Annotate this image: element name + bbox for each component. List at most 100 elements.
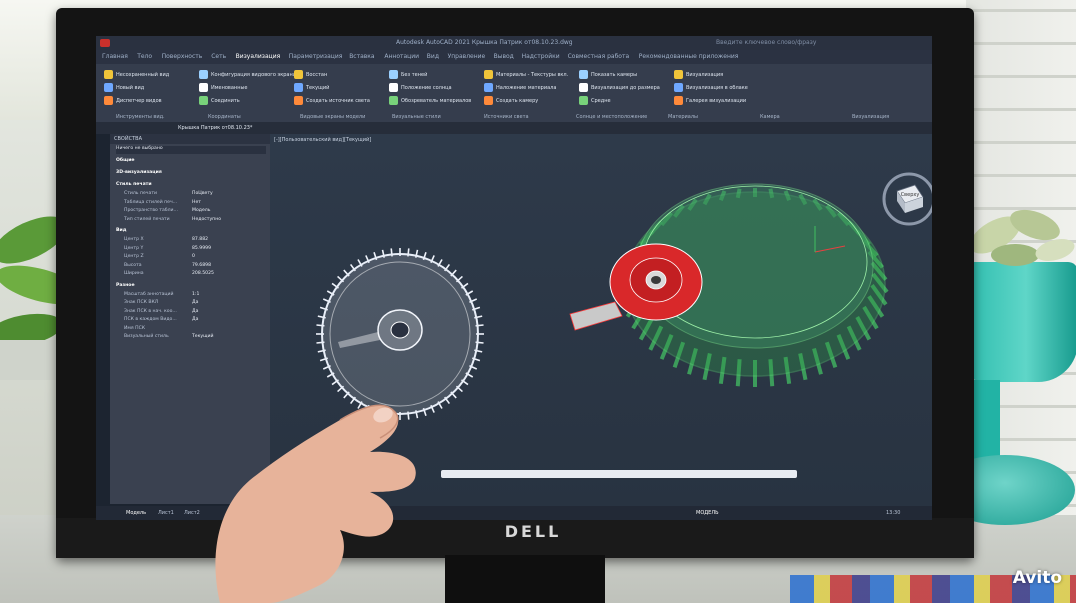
tab-3[interactable]: Сеть bbox=[211, 53, 226, 60]
ribbon-button-label[interactable]: Визуализация bbox=[686, 72, 723, 78]
property-value: Да bbox=[192, 300, 199, 305]
file-tabs: Крышка Патрик от08.10.23* bbox=[96, 122, 932, 134]
tab-10[interactable]: Вывод bbox=[494, 53, 514, 60]
ribbon-button-icon[interactable] bbox=[484, 96, 493, 105]
ribbon-button-label[interactable]: Создать камеру bbox=[496, 98, 538, 104]
ribbon-button-label[interactable]: Без теней bbox=[401, 72, 427, 78]
tab-4[interactable]: Визуализация bbox=[236, 53, 281, 60]
ribbon-button-label[interactable]: Создать источник света bbox=[306, 98, 370, 104]
property-value: Да bbox=[192, 317, 199, 322]
autocad-logo-icon[interactable] bbox=[100, 39, 110, 47]
property-value: 87.882 bbox=[192, 237, 209, 242]
ribbon-button-icon[interactable] bbox=[674, 83, 683, 92]
property-row[interactable]: Масштаб аннотаций 1:1 bbox=[124, 292, 274, 300]
selection-dropdown[interactable]: Ничего не выбрано bbox=[116, 146, 266, 154]
ribbon-button-label[interactable]: Положение солнца bbox=[401, 85, 452, 91]
ribbon-button-icon[interactable] bbox=[674, 96, 683, 105]
ribbon-button-icon[interactable] bbox=[294, 70, 303, 79]
property-row[interactable]: Центр Y 85.9999 bbox=[124, 246, 274, 254]
ribbon-button-icon[interactable] bbox=[199, 70, 208, 79]
ribbon-button-label[interactable]: Именованные bbox=[211, 85, 248, 91]
tab-5[interactable]: Параметризация bbox=[289, 53, 343, 60]
property-row[interactable]: Стиль печати ПоЦвету bbox=[124, 191, 274, 199]
model-space-toggle[interactable]: МОДЕЛЬ bbox=[696, 510, 719, 516]
tab-7[interactable]: Аннотации bbox=[384, 53, 419, 60]
ribbon-button-label[interactable]: Новый вид bbox=[116, 85, 144, 91]
property-section[interactable]: Разное bbox=[116, 283, 266, 291]
ribbon-button-label[interactable]: Обозреватель материалов bbox=[401, 98, 471, 104]
property-label: Таблица стилей печ... bbox=[124, 199, 178, 205]
ribbon-button-label[interactable]: Средне bbox=[591, 98, 611, 104]
property-label: Знак ПСК ВКЛ bbox=[124, 300, 159, 305]
tab-model[interactable]: Модель bbox=[126, 510, 146, 516]
property-value: Нет bbox=[192, 199, 201, 205]
ribbon-button-label[interactable]: Текущий bbox=[306, 85, 329, 91]
ribbon-button-icon[interactable] bbox=[389, 83, 398, 92]
ribbon-button-icon[interactable] bbox=[294, 96, 303, 105]
ribbon-tabs: Главная Тело Поверхность Сеть Визуализация Па… bbox=[96, 50, 932, 64]
ribbon-button-icon[interactable] bbox=[389, 70, 398, 79]
property-section[interactable]: Вид bbox=[116, 228, 266, 236]
ribbon-button-label[interactable]: Конфигурация видового экрана bbox=[211, 72, 296, 78]
tab-layout1[interactable]: Лист1 bbox=[158, 510, 174, 516]
tab-9[interactable]: Управление bbox=[448, 53, 486, 60]
ribbon-button-label[interactable]: Визуализация до размера bbox=[591, 85, 660, 91]
property-label: Ширина bbox=[124, 271, 144, 276]
ribbon-button-icon[interactable] bbox=[389, 96, 398, 105]
property-row[interactable]: Ширина 208.5025 bbox=[124, 271, 274, 279]
property-row[interactable]: Таблица стилей печ... Нет bbox=[124, 200, 274, 208]
tab-8[interactable]: Вид bbox=[427, 53, 439, 60]
viewcube-face[interactable]: Сверху bbox=[901, 192, 920, 198]
ribbon-button-label[interactable]: Восстан bbox=[306, 72, 327, 78]
property-row[interactable]: Знак ПСК в нач. коо... Да bbox=[124, 309, 274, 317]
property-section[interactable]: Общие bbox=[116, 158, 266, 166]
ribbon-button-icon[interactable] bbox=[579, 83, 588, 92]
property-row[interactable]: Высота 79.6898 bbox=[124, 263, 274, 271]
property-row[interactable]: Знак ПСК ВКЛ Да bbox=[124, 300, 274, 308]
tab-11[interactable]: Надстройки bbox=[522, 53, 560, 60]
ribbon-button-icon[interactable] bbox=[199, 83, 208, 92]
tab-13[interactable]: Рекомендованные приложения bbox=[639, 53, 739, 60]
ribbon-button-label[interactable]: Показать камеры bbox=[591, 72, 637, 78]
ribbon-button-icon[interactable] bbox=[674, 70, 683, 79]
property-row[interactable]: Пространство табли... Модель bbox=[124, 208, 274, 216]
viewport-label[interactable]: [-][Пользовательский вид][Текущий] bbox=[274, 137, 371, 143]
ribbon-button-label[interactable]: Визуализация в облаке bbox=[686, 85, 748, 91]
property-row[interactable]: Центр Z 0 bbox=[124, 254, 274, 262]
tab-2[interactable]: Поверхность bbox=[162, 53, 203, 60]
ribbon-button-icon[interactable] bbox=[104, 83, 113, 92]
ribbon-button-icon[interactable] bbox=[294, 83, 303, 92]
ribbon-button-icon[interactable] bbox=[484, 83, 493, 92]
viewcube[interactable]: Сверху bbox=[881, 171, 932, 227]
property-section[interactable]: Стиль печати bbox=[116, 182, 266, 190]
ribbon: Несохраненный вид Новый вид Диспетчер видо… bbox=[96, 64, 932, 122]
ribbon-button-label[interactable]: Соединить bbox=[211, 98, 240, 104]
property-label: Масштаб аннотаций bbox=[124, 291, 174, 297]
ribbon-button-icon[interactable] bbox=[104, 70, 113, 79]
ribbon-button-icon[interactable] bbox=[579, 70, 588, 79]
property-row[interactable]: ПСК в каждом Видо... Да bbox=[124, 317, 274, 325]
tab-0[interactable]: Главная bbox=[102, 53, 128, 60]
ribbon-button-label[interactable]: Диспетчер видов bbox=[116, 98, 162, 104]
tab-1[interactable]: Тело bbox=[137, 53, 152, 60]
tab-6[interactable]: Вставка bbox=[349, 53, 374, 60]
ribbon-button-icon[interactable] bbox=[104, 96, 113, 105]
property-row[interactable]: Визуальный стиль Текущий bbox=[124, 334, 274, 342]
property-value: 208.5025 bbox=[192, 271, 214, 276]
ribbon-button-label[interactable]: Материалы - Текстуры вкл. bbox=[496, 72, 568, 78]
title-bar: Autodesk AutoCAD 2021 Крышка Патрик от08… bbox=[96, 36, 932, 50]
file-tab[interactable]: Крышка Патрик от08.10.23* bbox=[178, 125, 252, 131]
ribbon-button-label[interactable]: Несохраненный вид bbox=[116, 72, 169, 78]
property-row[interactable]: Имя ПСК bbox=[124, 326, 274, 334]
ribbon-button-label[interactable]: Галерея визуализации bbox=[686, 98, 746, 104]
ribbon-button-icon[interactable] bbox=[579, 96, 588, 105]
ribbon-button-icon[interactable] bbox=[484, 70, 493, 79]
ribbon-button-label[interactable]: Наложение материала bbox=[496, 85, 556, 91]
command-line[interactable] bbox=[441, 470, 797, 478]
ribbon-button-icon[interactable] bbox=[199, 96, 208, 105]
property-row[interactable]: Центр X 87.882 bbox=[124, 237, 274, 245]
property-row[interactable]: Тип стилей печати Недоступно bbox=[124, 217, 274, 225]
tab-12[interactable]: Совместная работа bbox=[568, 53, 630, 60]
search-input[interactable]: Введите ключевое слово/фразу bbox=[716, 39, 816, 46]
property-section[interactable]: 3D-визуализация bbox=[116, 170, 266, 178]
